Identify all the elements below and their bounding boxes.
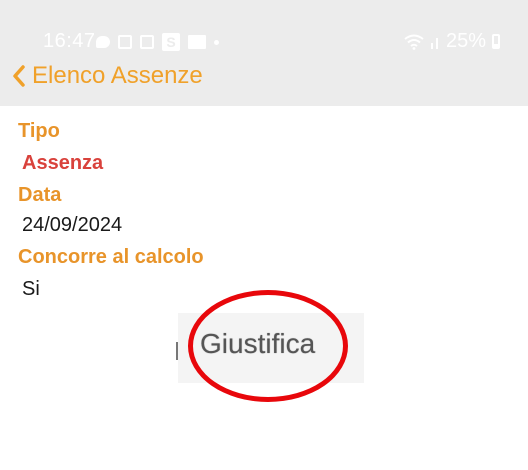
tipo-value: Assenza <box>22 152 104 174</box>
app-icon <box>118 35 132 49</box>
absence-detail: Tipo Assenza Data 24/09/2024 Concorre al… <box>0 106 528 470</box>
battery-percent: 25% <box>445 30 486 52</box>
s-app-icon: S <box>162 33 180 51</box>
tipo-label: Tipo <box>18 120 60 142</box>
data-label: Data <box>18 184 62 206</box>
text-cursor <box>176 342 178 360</box>
calcolo-label: Concorre al calcolo <box>18 246 204 268</box>
screen: 16:47 S 25% Elenco Assenze Tipo Assenza … <box>0 0 528 470</box>
signal-icon <box>430 37 438 49</box>
folder-icon <box>188 35 206 49</box>
navigation-bar: Elenco Assenze <box>0 58 528 100</box>
wifi-icon <box>404 34 424 50</box>
chevron-left-icon <box>13 65 25 87</box>
status-bar: 16:47 S 25% <box>0 26 528 58</box>
app-icon <box>140 35 154 49</box>
calcolo-value: Si <box>22 278 40 300</box>
back-button-label: Elenco Assenze <box>32 62 203 89</box>
status-notification-icons: S <box>96 33 219 51</box>
chat-bubble-icon <box>96 36 110 48</box>
status-time: 16:47 <box>43 30 96 52</box>
notification-dot-icon <box>214 39 219 45</box>
back-button[interactable]: Elenco Assenze <box>12 62 203 90</box>
data-value: 24/09/2024 <box>22 214 123 236</box>
battery-fill <box>494 44 498 47</box>
status-system-icons: 25% <box>404 30 500 53</box>
battery-icon <box>492 34 500 49</box>
annotation-circle <box>188 290 348 402</box>
top-bar: 16:47 S 25% Elenco Assenze <box>0 0 528 106</box>
